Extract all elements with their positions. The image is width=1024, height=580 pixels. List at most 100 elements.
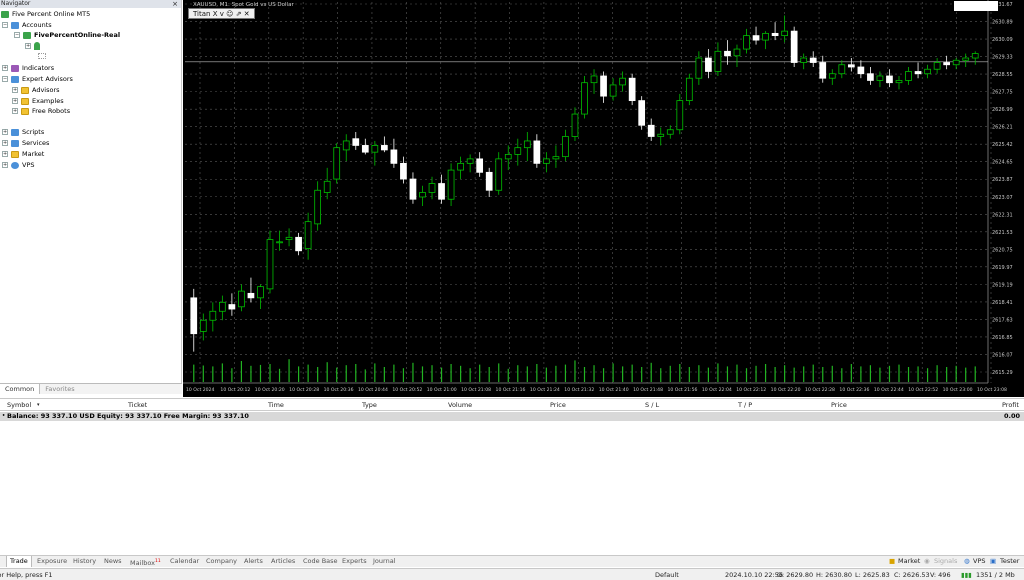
tab-experts[interactable]: Experts	[342, 556, 367, 567]
tester-link[interactable]: Tester	[1000, 556, 1019, 567]
candle-body	[514, 147, 522, 155]
tab-common[interactable]: Common	[0, 384, 41, 394]
candle-body	[867, 73, 874, 81]
candle-body	[533, 140, 541, 164]
candle-body	[304, 221, 312, 249]
candle-body	[266, 239, 274, 290]
sort-icon[interactable]: ▾	[37, 399, 40, 411]
status-profile[interactable]: Default	[655, 569, 679, 580]
tab-code-base[interactable]: Code Base	[303, 556, 338, 567]
tree-vps-label: VPS	[22, 161, 35, 169]
tree-scripts[interactable]: + Scripts	[2, 127, 44, 137]
status-close: C: 2626.53	[894, 571, 930, 579]
status-open: O: 2629.80	[777, 571, 814, 579]
col-current-price[interactable]: Price	[831, 399, 847, 411]
tab-articles[interactable]: Articles	[271, 556, 295, 567]
tab-trade[interactable]: Trade	[6, 556, 32, 567]
candle-body	[199, 319, 207, 332]
collapse-icon[interactable]: −	[2, 22, 8, 28]
candle-body	[933, 62, 941, 70]
candle-body	[571, 113, 579, 137]
candle-body	[828, 73, 836, 79]
col-profit[interactable]: Profit	[1002, 399, 1019, 411]
expand-icon[interactable]: +	[2, 140, 8, 146]
expand-icon[interactable]: +	[12, 87, 18, 93]
col-volume[interactable]: Volume	[448, 399, 472, 411]
col-sl[interactable]: S / L	[645, 399, 659, 411]
vps-icon[interactable]: ◍	[964, 556, 970, 567]
tester-icon[interactable]: ▣	[990, 556, 996, 567]
col-time[interactable]: Time	[268, 399, 284, 411]
chart-one-click-panel[interactable]	[954, 1, 998, 11]
collapse-icon[interactable]: −	[2, 76, 8, 82]
price-tick-label: 2621.53	[992, 230, 1013, 236]
expert-advisor-icons[interactable]: ☺ ⇗ ✕	[226, 10, 249, 18]
tree-expert-advisors[interactable]: − Expert Advisors	[2, 74, 73, 84]
tab-company[interactable]: Company	[206, 556, 237, 567]
price-tick-label: 2622.31	[992, 212, 1013, 218]
tree-services[interactable]: + Services	[2, 138, 49, 148]
tree-account-server[interactable]: − FivePercentOnline-Real	[14, 30, 120, 40]
price-tick-label: 2623.87	[992, 177, 1013, 183]
col-symbol[interactable]: Symbol	[7, 399, 31, 411]
vps-link[interactable]: VPS	[973, 556, 986, 567]
tree-free-robots[interactable]: + Free Robots	[12, 106, 70, 116]
time-tick-label: 10 Oct 21:48	[633, 387, 663, 393]
tree-advisors[interactable]: + Advisors	[12, 85, 60, 95]
collapse-icon[interactable]: −	[14, 32, 20, 38]
price-tick-label: 2616.85	[992, 335, 1013, 341]
candle-body	[943, 62, 950, 66]
expand-icon[interactable]: +	[12, 108, 18, 114]
tab-favorites[interactable]: Favorites	[40, 384, 79, 394]
tab-calendar[interactable]: Calendar	[170, 556, 199, 567]
tree-examples[interactable]: + Examples	[12, 96, 64, 106]
tree-root[interactable]: Five Percent Online MT5	[1, 9, 90, 19]
signals-link[interactable]: Signals	[934, 556, 957, 567]
tab-exposure[interactable]: Exposure	[37, 556, 67, 567]
tab-alerts[interactable]: Alerts	[244, 556, 263, 567]
tree-vps[interactable]: + VPS	[2, 160, 35, 170]
signals-icon[interactable]: ◉	[924, 556, 930, 567]
market-link[interactable]: Market	[898, 556, 920, 567]
status-volume: V: 496	[930, 571, 951, 579]
expand-icon[interactable]: +	[12, 98, 18, 104]
col-type[interactable]: Type	[362, 399, 377, 411]
market-bag-icon[interactable]: ■	[889, 556, 895, 567]
expand-icon[interactable]: +	[2, 129, 8, 135]
tab-news[interactable]: News	[104, 556, 122, 567]
candle-body	[619, 77, 626, 86]
tab-journal[interactable]: Journal	[373, 556, 395, 567]
expand-icon[interactable]: +	[2, 162, 8, 168]
trade-table-header: Symbol ▾ Ticket Time Type Volume Price S…	[0, 399, 1024, 411]
col-ticket[interactable]: Ticket	[128, 399, 147, 411]
close-icon[interactable]: ×	[172, 0, 178, 8]
expand-icon[interactable]: +	[25, 43, 31, 49]
price-tick-label: 2627.75	[992, 90, 1013, 96]
connection-signal-icon[interactable]: ▮▮▮	[961, 569, 972, 580]
tab-mailbox-label: Mailbox	[130, 559, 155, 568]
candle-body	[743, 35, 750, 50]
price-tick-label: 2615.29	[992, 370, 1013, 376]
price-tick-label: 2623.07	[992, 195, 1013, 201]
candle-body	[409, 178, 417, 200]
balance-row[interactable]: • Balance: 93 337.10 USD Equity: 93 337.…	[0, 412, 1024, 421]
expert-advisor-label[interactable]: Titan X v ☺ ⇗ ✕	[188, 8, 255, 19]
time-tick-label: 10 Oct 22:44	[874, 387, 904, 393]
expand-icon[interactable]: +	[2, 151, 8, 157]
price-tick-label: 2628.55	[992, 72, 1013, 78]
price-tick-label: 2618.41	[992, 300, 1013, 306]
candle-body	[666, 129, 674, 135]
col-tp[interactable]: T / P	[738, 399, 752, 411]
candle-body	[257, 286, 264, 299]
tab-history[interactable]: History	[73, 556, 96, 567]
candle-body	[895, 80, 903, 84]
col-price[interactable]: Price	[550, 399, 566, 411]
tree-indicators[interactable]: + Indicators	[2, 63, 54, 73]
tree-accounts[interactable]: − Accounts	[2, 20, 52, 30]
tree-account-sub[interactable]	[38, 51, 49, 61]
chart-canvas[interactable]: 2631.672630.892630.092629.332628.552627.…	[183, 0, 1024, 397]
expand-icon[interactable]: +	[2, 65, 8, 71]
tree-account-user[interactable]: +	[25, 41, 43, 51]
price-chart[interactable]: 2631.67 2630.89 2630.09 2629.33 2628.55 2627.…	[183, 0, 1024, 397]
tree-market[interactable]: + Market	[2, 149, 44, 159]
